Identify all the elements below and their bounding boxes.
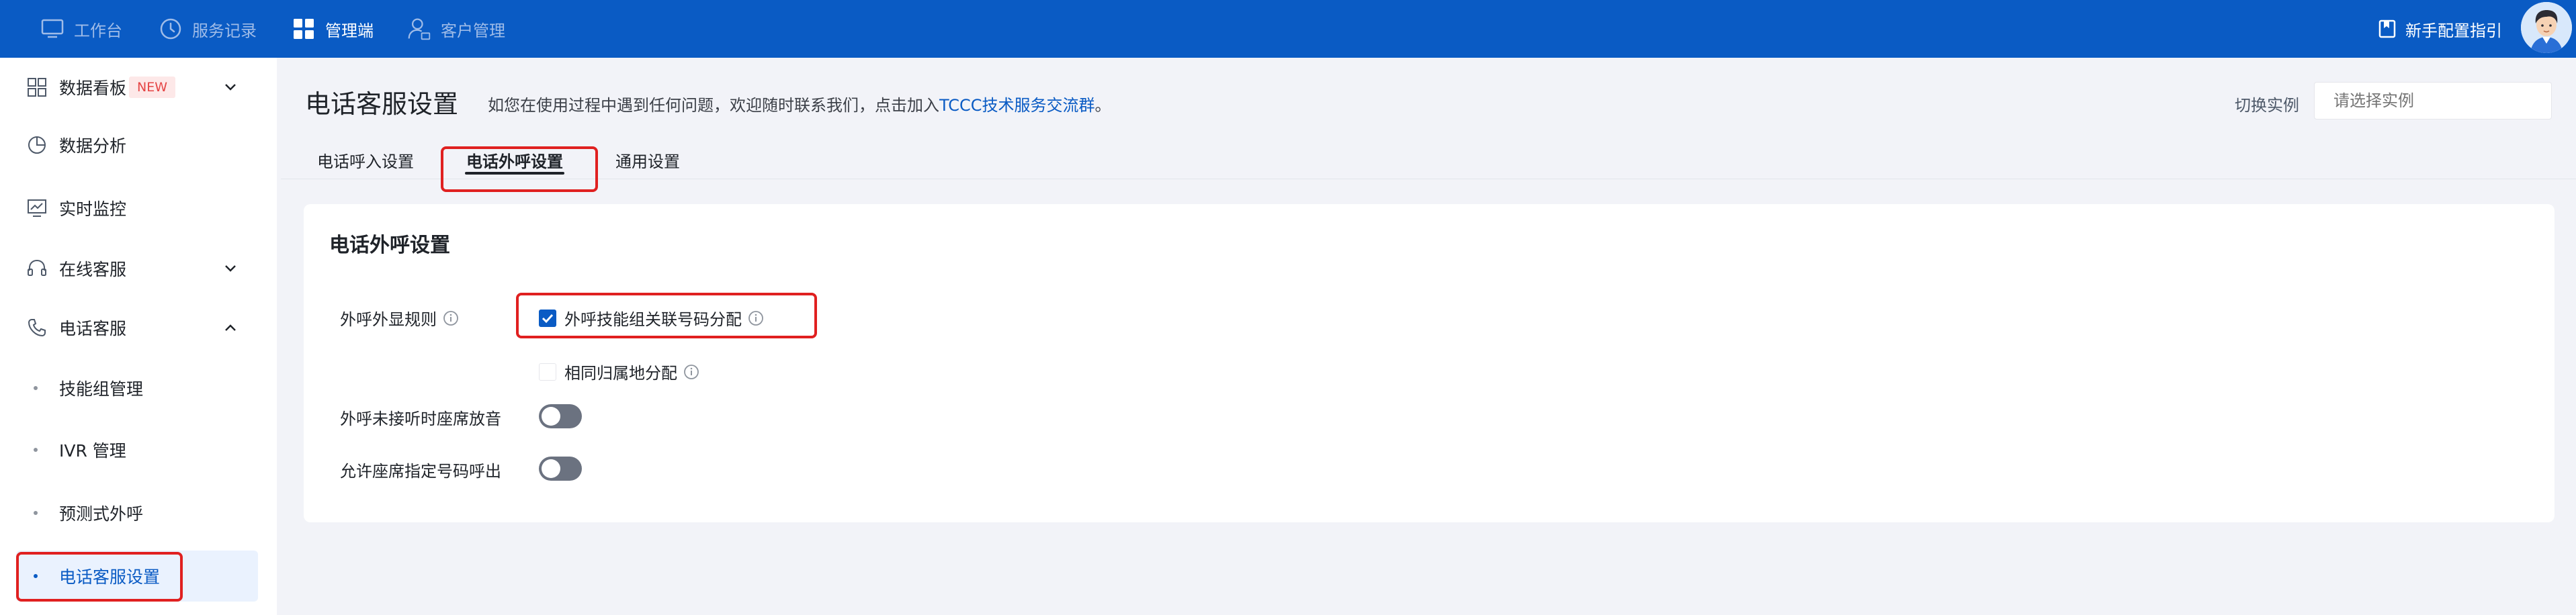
clock-icon — [159, 17, 183, 41]
option-label: 相同归属地分配 — [564, 364, 677, 383]
sidebar-subitem-label: IVR 管理 — [59, 441, 126, 461]
book-icon — [2378, 19, 2396, 38]
nav-label: 工作台 — [74, 21, 122, 40]
sidebar-subitem-skill-group[interactable]: 技能组管理 — [0, 363, 277, 414]
nav-label: 管理端 — [325, 21, 374, 40]
tab-general-settings[interactable]: 通用设置 — [615, 141, 680, 179]
grid-icon — [292, 17, 316, 41]
checkbox-unchecked[interactable] — [539, 363, 556, 381]
sidebar-item-phone-service[interactable]: 电话客服 — [0, 302, 277, 353]
switch-instance-label: 切换实例 — [2235, 96, 2299, 115]
highlight-box-sidebar — [16, 552, 183, 602]
bullet — [34, 511, 38, 515]
sidebar-item-label: 数据分析 — [59, 136, 127, 156]
sidebar: 数据看板 NEW 数据分析 实时监控 在线客服 电话客服 技能组管理 IVR 管… — [0, 58, 277, 615]
sidebar-item-realtime-monitor[interactable]: 实时监控 — [0, 183, 277, 234]
phone-icon — [26, 316, 48, 339]
top-navigation-bar: 工作台 服务记录 管理端 客户管理 新手配置指引 — [0, 0, 2576, 58]
bullet — [34, 448, 38, 452]
page-description: 如您在使用过程中遇到任何问题，欢迎随时联系我们，点击加入TCCC技术服务交流群。 — [488, 92, 1111, 115]
nav-workbench[interactable]: 工作台 — [40, 0, 122, 58]
desc-prefix: 如您在使用过程中遇到任何问题，欢迎随时联系我们，点击加入 — [488, 96, 939, 115]
sidebar-item-label: 实时监控 — [59, 199, 127, 219]
toggle-knob — [542, 459, 560, 478]
display-rule-row-label: 外呼外显规则 — [340, 306, 460, 330]
dashboard-icon — [26, 76, 48, 99]
sidebar-item-data-dashboard[interactable]: 数据看板 NEW — [0, 62, 277, 113]
bullet — [34, 386, 38, 390]
sidebar-item-label: 在线客服 — [59, 260, 127, 279]
highlight-box-tab — [441, 146, 598, 192]
avatar[interactable] — [2521, 2, 2572, 53]
info-icon[interactable] — [683, 363, 700, 381]
sidebar-item-label: 电话客服 — [59, 319, 127, 338]
sidebar-subitem-label: 预测式外呼 — [59, 504, 144, 524]
sidebar-item-label: 数据看板 — [59, 79, 127, 98]
nav-service-records[interactable]: 服务记录 — [159, 0, 257, 58]
instance-select[interactable] — [2314, 82, 2552, 120]
user-icon — [407, 17, 431, 41]
outbound-settings-card: 电话外呼设置 外呼外显规则 外呼技能组关联号码分配 相同归属地分配 外呼未接听时… — [304, 204, 2554, 522]
guide-label: 新手配置指引 — [2405, 21, 2502, 40]
nav-admin[interactable]: 管理端 — [292, 0, 374, 58]
nav-label: 客户管理 — [441, 21, 505, 40]
toggle-knob — [542, 407, 560, 426]
new-badge: NEW — [129, 77, 176, 98]
page-title: 电话客服设置 — [305, 89, 459, 119]
chevron-down-icon[interactable] — [222, 79, 239, 96]
sidebar-subitem-label: 技能组管理 — [59, 379, 144, 399]
tech-group-link[interactable]: TCCC技术服务交流群 — [939, 96, 1095, 115]
card-title: 电话外呼设置 — [329, 234, 450, 257]
chevron-down-icon[interactable] — [222, 260, 239, 277]
sidebar-subitem-predictive-dialing[interactable]: 预测式外呼 — [0, 487, 277, 538]
headset-icon — [26, 257, 48, 280]
beginner-guide-link[interactable]: 新手配置指引 — [2378, 0, 2502, 58]
nav-customer-management[interactable]: 客户管理 — [407, 0, 505, 58]
display-rule-label: 外呼外显规则 — [340, 310, 437, 329]
toggle-row-label: 外呼未接听时座席放音 — [340, 410, 501, 428]
monitor-chart-icon — [26, 197, 48, 220]
toggle-row-label: 允许座席指定号码呼出 — [340, 462, 501, 481]
desc-suffix: 。 — [1094, 96, 1111, 115]
nav-label: 服务记录 — [192, 21, 257, 40]
sidebar-item-online-service[interactable]: 在线客服 — [0, 243, 277, 294]
option-same-region[interactable]: 相同归属地分配 — [539, 360, 700, 383]
sidebar-item-data-analysis[interactable]: 数据分析 — [0, 120, 277, 171]
highlight-box-option — [516, 293, 817, 338]
monitor-icon — [40, 17, 65, 41]
info-icon[interactable] — [442, 310, 460, 327]
pie-chart-icon — [26, 134, 48, 156]
tab-inbound-settings[interactable]: 电话呼入设置 — [317, 141, 414, 179]
toggle-specified-number[interactable] — [539, 457, 582, 481]
chevron-up-icon[interactable] — [222, 319, 239, 336]
sidebar-subitem-ivr[interactable]: IVR 管理 — [0, 424, 277, 475]
toggle-unanswered-playback[interactable] — [539, 404, 582, 428]
